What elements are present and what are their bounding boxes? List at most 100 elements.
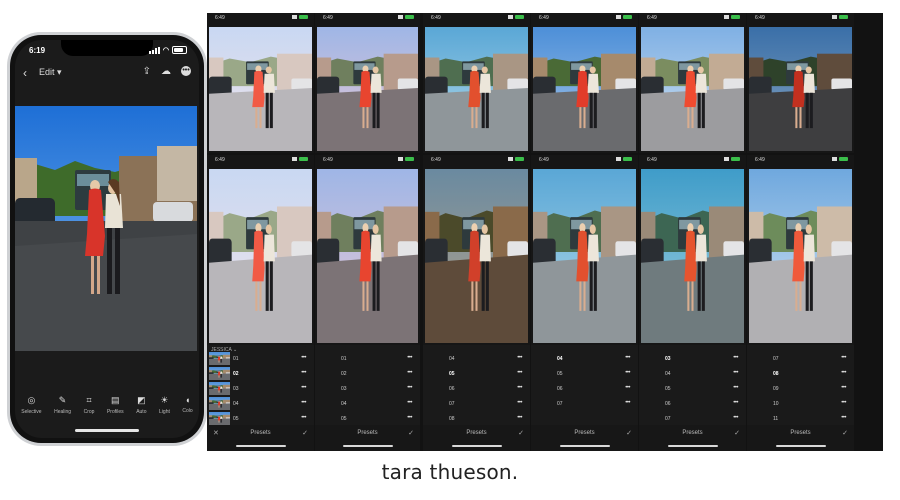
more-options-icon[interactable]: ••• (301, 370, 306, 376)
tool-crop[interactable]: ⌗ Crop (84, 395, 95, 425)
more-options-icon[interactable]: ••• (733, 415, 738, 421)
tool-profiles[interactable]: ▤ Profiles (107, 395, 124, 425)
preset-list-item[interactable]: 03 ••• (639, 351, 746, 366)
preset-list-item[interactable]: 07 ••• (423, 396, 530, 411)
preset-list-item[interactable]: 05 ••• (423, 366, 530, 381)
preset-preview[interactable] (641, 27, 744, 151)
preset-preview[interactable] (317, 27, 418, 151)
more-options-icon[interactable]: ••• (841, 400, 846, 406)
preset-list-item[interactable]: 07 ••• (747, 351, 854, 366)
more-options-icon[interactable]: ••• (625, 400, 630, 406)
battery-icon (839, 157, 848, 161)
edit-mode-dropdown[interactable]: Edit ▾ (39, 67, 62, 78)
more-options-icon[interactable]: ••• (407, 415, 412, 421)
preset-preview[interactable] (533, 169, 636, 343)
preset-list-item[interactable]: 01 ••• (207, 351, 314, 366)
checkmark-icon[interactable]: ✓ (626, 429, 632, 437)
preset-list-item[interactable]: 05 ••• (639, 381, 746, 396)
preset-preview[interactable] (425, 27, 528, 151)
checkmark-icon[interactable]: ✓ (842, 429, 848, 437)
share-icon[interactable]: ⇪ (143, 66, 151, 77)
profiles-icon: ▤ (111, 395, 120, 405)
more-options-icon[interactable]: ••• (407, 355, 412, 361)
preset-list-item[interactable]: 07 ••• (639, 411, 746, 426)
mini-status-icons (832, 15, 848, 19)
checkmark-icon[interactable]: ✓ (518, 429, 524, 437)
preset-list-item[interactable]: 03 ••• (207, 381, 314, 396)
more-options-icon[interactable]: ••• (841, 355, 846, 361)
more-options-icon[interactable]: ••• (181, 66, 191, 76)
preset-list-item[interactable]: 04 ••• (423, 351, 530, 366)
checkmark-icon[interactable]: ✓ (302, 429, 308, 437)
more-options-icon[interactable]: ••• (625, 385, 630, 391)
more-options-icon[interactable]: ••• (625, 370, 630, 376)
more-options-icon[interactable]: ••• (733, 385, 738, 391)
more-options-icon[interactable]: ••• (733, 400, 738, 406)
more-options-icon[interactable]: ••• (407, 370, 412, 376)
preset-list-item[interactable]: 05 ••• (315, 411, 420, 426)
main-photo[interactable] (15, 106, 197, 351)
preset-list-item[interactable]: 08 ••• (423, 411, 530, 426)
preset-preview[interactable] (749, 27, 852, 151)
preset-preview[interactable] (533, 27, 636, 151)
more-options-icon[interactable]: ••• (301, 400, 306, 406)
preset-preview[interactable] (425, 169, 528, 343)
more-options-icon[interactable]: ••• (301, 355, 306, 361)
preset-list-item[interactable]: 06 ••• (423, 381, 530, 396)
more-options-icon[interactable]: ••• (841, 370, 846, 376)
preset-photo (425, 169, 528, 343)
more-options-icon[interactable]: ••• (733, 370, 738, 376)
more-options-icon[interactable]: ••• (841, 385, 846, 391)
preset-name: 07 (557, 401, 563, 407)
preset-list-item[interactable]: 02 ••• (207, 366, 314, 381)
preset-list-item[interactable]: 10 ••• (747, 396, 854, 411)
preset-name: 01 (341, 356, 347, 362)
preset-list-item[interactable]: 08 ••• (747, 366, 854, 381)
preset-preview[interactable] (317, 169, 418, 343)
tool-auto[interactable]: ◩ Auto (136, 395, 146, 425)
preset-list-item[interactable]: 05 ••• (207, 411, 314, 426)
more-options-icon[interactable]: ••• (625, 355, 630, 361)
tool-color[interactable]: ◖ Colo (182, 395, 192, 425)
preset-preview[interactable] (749, 169, 852, 343)
more-options-icon[interactable]: ••• (841, 415, 846, 421)
more-options-icon[interactable]: ••• (407, 385, 412, 391)
more-options-icon[interactable]: ••• (733, 355, 738, 361)
more-options-icon[interactable]: ••• (301, 415, 306, 421)
mini-status-icons (616, 15, 632, 19)
more-options-icon[interactable]: ••• (517, 370, 522, 376)
tool-light[interactable]: ☀ Light (159, 395, 170, 425)
preset-list-item[interactable]: 07 ••• (531, 396, 638, 411)
more-options-icon[interactable]: ••• (517, 385, 522, 391)
preset-list-item[interactable]: 05 ••• (531, 366, 638, 381)
preset-name: 01 (233, 356, 239, 362)
preset-list-item[interactable]: 06 ••• (531, 381, 638, 396)
preset-list-item[interactable]: 04 ••• (531, 351, 638, 366)
checkmark-icon[interactable]: ✓ (734, 429, 740, 437)
more-options-icon[interactable]: ••• (517, 355, 522, 361)
preset-preview[interactable] (641, 169, 744, 343)
more-options-icon[interactable]: ••• (517, 400, 522, 406)
checkmark-icon[interactable]: ✓ (408, 429, 414, 437)
status-time: 6:19 (29, 46, 46, 55)
more-options-icon[interactable]: ••• (517, 415, 522, 421)
preset-preview[interactable] (209, 169, 312, 343)
preset-list-item[interactable]: 01 ••• (315, 351, 420, 366)
preset-list-item[interactable]: 09 ••• (747, 381, 854, 396)
preset-list-item[interactable]: 11 ••• (747, 411, 854, 426)
cloud-sync-icon[interactable]: ☁ (161, 66, 171, 77)
preset-list-item[interactable]: 03 ••• (315, 381, 420, 396)
signal-icon (724, 157, 729, 161)
preset-list-item[interactable]: 04 ••• (207, 396, 314, 411)
back-button[interactable]: ‹ (23, 66, 27, 80)
preset-list-item[interactable]: 06 ••• (639, 396, 746, 411)
preset-list-item[interactable]: 04 ••• (315, 396, 420, 411)
preset-list-item[interactable]: 04 ••• (639, 366, 746, 381)
more-options-icon[interactable]: ••• (301, 385, 306, 391)
more-options-icon[interactable]: ••• (407, 400, 412, 406)
tool-selective[interactable]: ◎ Selective (21, 395, 41, 425)
mini-status-bar: 6:49 (531, 157, 638, 165)
tool-healing[interactable]: ✎ Healing (54, 395, 71, 425)
preset-list-item[interactable]: 02 ••• (315, 366, 420, 381)
preset-preview[interactable] (209, 27, 312, 151)
